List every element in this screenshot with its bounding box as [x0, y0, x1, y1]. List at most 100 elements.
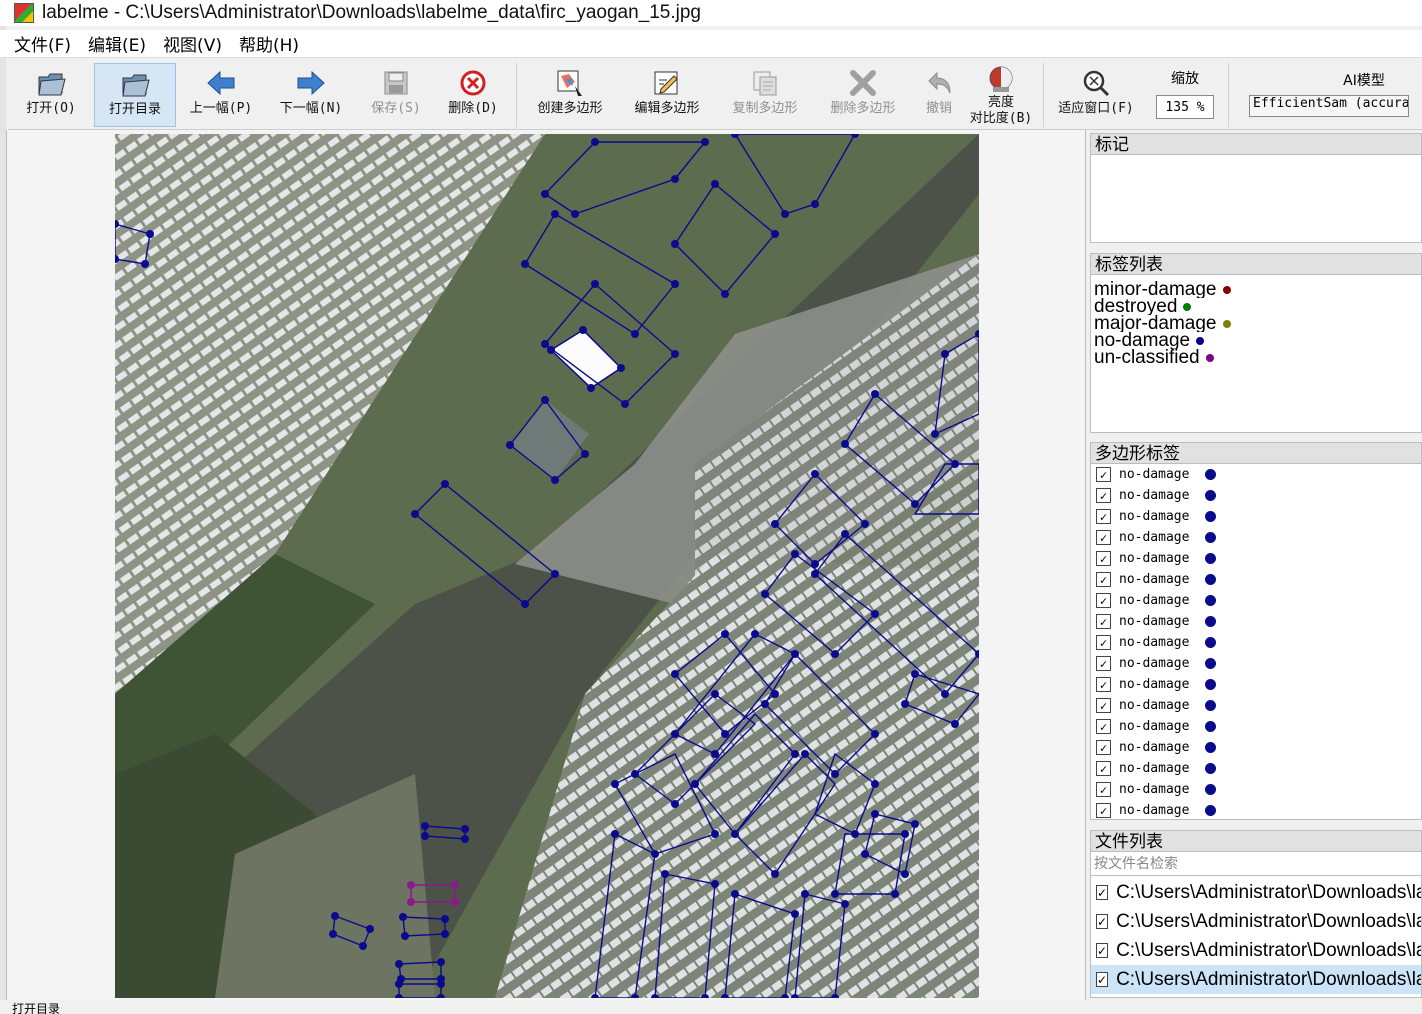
polygon-label-item[interactable]: ✓ no-damage [1091, 779, 1421, 800]
polygon-label-item[interactable]: ✓ no-damage [1091, 758, 1421, 779]
create-polygon-label: 创建多边形 [537, 101, 603, 116]
polygon-label-item[interactable]: ✓ no-damage [1091, 506, 1421, 527]
label-item[interactable]: destroyed [1091, 298, 1421, 315]
file-checkbox[interactable]: ✓ [1096, 943, 1109, 958]
delete-polygon-button[interactable]: 删除多边形 [813, 63, 913, 127]
polygon-visibility-checkbox[interactable]: ✓ [1096, 488, 1111, 503]
create-polygon-icon [554, 67, 586, 99]
polygon-visibility-checkbox[interactable]: ✓ [1096, 803, 1111, 818]
aerial-image-canvas[interactable] [115, 134, 979, 998]
polygon-visibility-checkbox[interactable]: ✓ [1096, 593, 1111, 608]
polygon-label-item[interactable]: ✓ no-damage [1091, 569, 1421, 590]
polygon-labels-list[interactable]: ✓ no-damage ✓ no-damage ✓ no-damage ✓ no-damage… [1090, 464, 1422, 820]
file-list-item[interactable]: ✓C:\Users\Administrator\Downloads\labelm… [1091, 907, 1421, 936]
polygon-color-dot [1205, 511, 1217, 522]
polygon-label-item[interactable]: ✓ no-damage [1091, 464, 1421, 485]
label-color-dot [1183, 302, 1192, 311]
arrow-right-icon [295, 67, 327, 99]
polygon-label-text: no-damage [1119, 698, 1190, 713]
polygon-color-dot [1205, 763, 1217, 774]
copy-polygon-label: 复制多边形 [732, 101, 798, 116]
create-polygon-button[interactable]: 创建多边形 [523, 63, 617, 127]
flags-list[interactable] [1090, 155, 1422, 243]
polygon-visibility-checkbox[interactable]: ✓ [1096, 740, 1111, 755]
ai-model-title: AI模型 [1343, 73, 1385, 89]
label-color-dot [1222, 285, 1231, 294]
polygon-labels-dock: 多边形标签 ✓ no-damage ✓ no-damage ✓ no-damage ✓ no-… [1090, 442, 1422, 820]
label-item[interactable]: major-damage [1091, 315, 1421, 332]
delete-polygon-label: 删除多边形 [830, 101, 896, 116]
polygon-label-item[interactable]: ✓ no-damage [1091, 695, 1421, 716]
file-checkbox[interactable]: ✓ [1096, 914, 1109, 929]
polygon-visibility-checkbox[interactable]: ✓ [1096, 656, 1111, 671]
polygon-visibility-checkbox[interactable]: ✓ [1096, 761, 1111, 776]
polygon-label-item[interactable]: ✓ no-damage [1091, 737, 1421, 758]
polygon-color-dot [1205, 721, 1217, 732]
open-button[interactable]: 打开(O) [8, 63, 94, 127]
fit-window-label: 适应窗口(F) [1058, 101, 1134, 116]
polygon-label-item[interactable]: ✓ no-damage [1091, 485, 1421, 506]
file-list-dock: 文件列表 按文件名检索 ✓ C:\Users\Administrator\Down… [1090, 830, 1422, 998]
menu-file[interactable]: 文件(F) [14, 31, 71, 56]
menu-view[interactable]: 视图(V) [163, 31, 222, 56]
polygon-visibility-checkbox[interactable]: ✓ [1096, 509, 1111, 524]
menu-edit[interactable]: 编辑(E) [88, 31, 146, 56]
polygon-visibility-checkbox[interactable]: ✓ [1096, 677, 1111, 692]
polygon-visibility-checkbox[interactable]: ✓ [1096, 782, 1111, 797]
delete-x-icon [847, 67, 879, 99]
zoom-title: 缩放 [1171, 71, 1199, 87]
polygon-label-item[interactable]: ✓ no-damage [1091, 653, 1421, 674]
file-search-input[interactable]: 按文件名检索 [1090, 852, 1422, 876]
polygon-visibility-checkbox[interactable]: ✓ [1096, 467, 1111, 482]
polygon-label-item[interactable]: ✓ no-damage [1091, 716, 1421, 737]
polygon-label-item[interactable]: ✓ no-damage [1091, 674, 1421, 695]
zoom-spinbox[interactable]: 135 % [1156, 95, 1214, 119]
polygon-visibility-checkbox[interactable]: ✓ [1096, 698, 1111, 713]
polygon-label-item[interactable]: ✓ no-damage [1091, 527, 1421, 548]
polygon-label-item[interactable]: ✓ no-damage [1091, 548, 1421, 569]
file-checkbox[interactable]: ✓ [1096, 972, 1109, 987]
polygon-label-item[interactable]: ✓ no-damage [1091, 590, 1421, 611]
brightness-contrast-button[interactable]: 亮度 对比度(B) [965, 63, 1037, 127]
prev-label: 上一幅(P) [189, 101, 253, 116]
polygon-color-dot [1205, 658, 1217, 669]
save-label: 保存(S) [371, 101, 421, 116]
save-button[interactable]: 保存(S) [356, 63, 436, 127]
undo-button[interactable]: 撤销 [913, 63, 965, 127]
file-list[interactable]: ✓C:\Users\Administrator\Downloads\labelm… [1090, 876, 1422, 998]
file-list-item[interactable]: ✓C:\Users\Administrator\Downloads\labelm… [1091, 936, 1421, 965]
polygon-visibility-checkbox[interactable]: ✓ [1096, 572, 1111, 587]
next-image-button[interactable]: 下一幅(N) [266, 63, 356, 127]
annotated-image[interactable] [115, 134, 979, 998]
polygon-label-item[interactable]: ✓ no-damage [1091, 632, 1421, 653]
zoom-widget: 缩放 135 % [1156, 68, 1214, 119]
label-item[interactable]: minor-damage [1091, 281, 1421, 298]
label-item[interactable]: un-classified [1091, 349, 1421, 366]
polygon-label-item[interactable]: ✓ no-damage [1091, 611, 1421, 632]
contrast-label: 对比度(B) [969, 111, 1033, 126]
menu-help[interactable]: 帮助(H) [239, 31, 299, 56]
polygon-label-item[interactable]: ✓ no-damage [1091, 800, 1421, 819]
file-list-item-selected[interactable]: ✓C:\Users\Administrator\Downloads\labelm… [1091, 965, 1421, 994]
ai-model-widget: AI模型 EfficientSam (accuracy) [1249, 70, 1409, 117]
open-dir-button[interactable]: 打开目录 [94, 63, 176, 127]
flags-dock: 标记 [1090, 133, 1422, 243]
ai-model-select[interactable]: EfficientSam (accuracy) [1249, 95, 1409, 117]
polygon-label-text: no-damage [1119, 782, 1190, 797]
delete-button[interactable]: 删除(D) [436, 63, 510, 127]
edit-polygon-button[interactable]: 编辑多边形 [617, 63, 717, 127]
fit-window-button[interactable]: 适应窗口(F) [1050, 63, 1142, 127]
prev-image-button[interactable]: 上一幅(P) [176, 63, 266, 127]
polygon-color-dot [1205, 637, 1217, 648]
polygon-visibility-checkbox[interactable]: ✓ [1096, 719, 1111, 734]
polygon-visibility-checkbox[interactable]: ✓ [1096, 635, 1111, 650]
polygon-visibility-checkbox[interactable]: ✓ [1096, 530, 1111, 545]
polygon-visibility-checkbox[interactable]: ✓ [1096, 614, 1111, 629]
canvas-area[interactable] [6, 130, 1086, 1000]
label-list[interactable]: minor-damage destroyed major-damage no-d… [1090, 275, 1422, 433]
file-checkbox[interactable]: ✓ [1096, 885, 1109, 900]
polygon-visibility-checkbox[interactable]: ✓ [1096, 551, 1111, 566]
copy-polygon-button[interactable]: 复制多边形 [717, 63, 813, 127]
file-list-item[interactable]: ✓C:\Users\Administrator\Downloads\labelm… [1091, 878, 1421, 907]
label-item[interactable]: no-damage [1091, 332, 1421, 349]
